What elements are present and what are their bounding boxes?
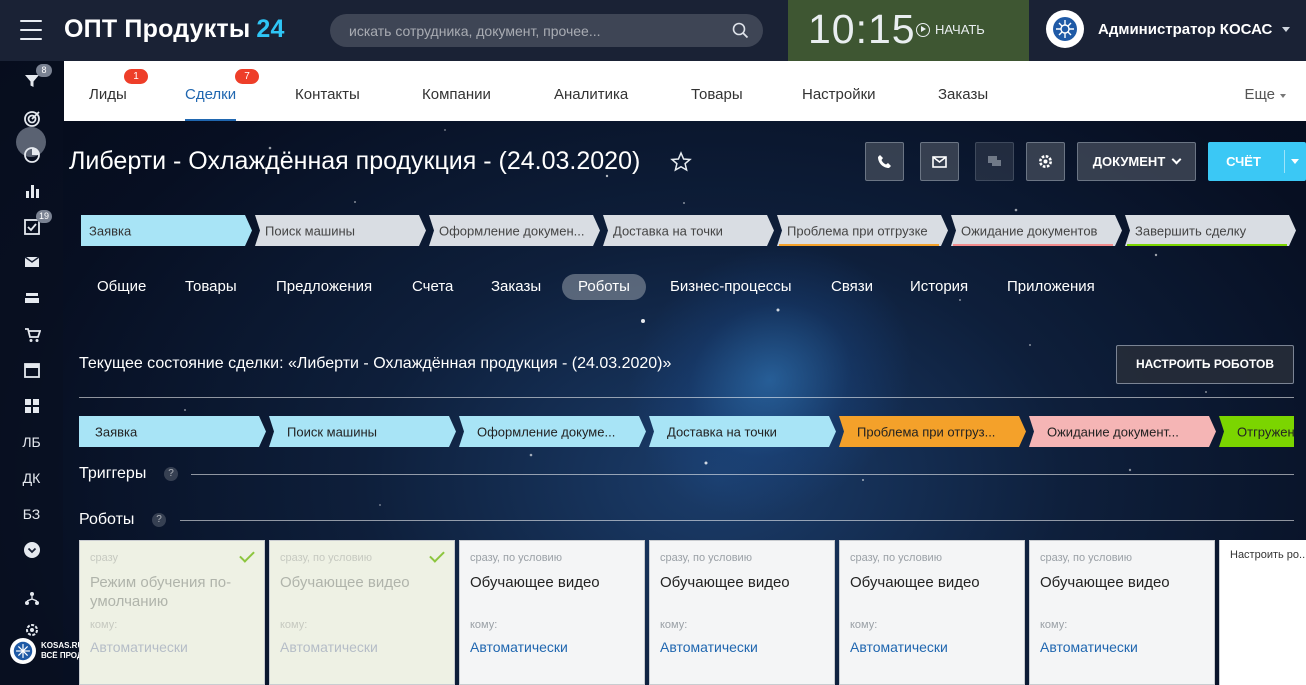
robot-timing: сразу: [90, 552, 119, 564]
robot-configure-column: Настроить ро...: [1219, 540, 1306, 685]
robot-card[interactable]: сразу Режим обучения по-умолчанию кому: …: [79, 540, 265, 685]
stage-label: Ожидание документ...: [1047, 425, 1179, 440]
robot-timing: сразу, по условию: [850, 552, 942, 564]
robot-to-label: кому:: [660, 619, 688, 631]
robot-stage-chip[interactable]: Отгружен...: [1219, 416, 1306, 447]
robot-responsible-link[interactable]: Автоматически: [470, 639, 568, 655]
divider: [180, 520, 1294, 521]
robot-card[interactable]: сразу, по условию Обучающее видео кому: …: [649, 540, 835, 685]
robot-to-label: кому:: [470, 619, 498, 631]
robot-stage-chip[interactable]: Доставка на точки: [649, 416, 836, 447]
gear-icon: [25, 624, 38, 636]
robot-to-label: кому:: [280, 619, 308, 631]
sidebar-item-dk[interactable]: ДК: [0, 463, 63, 493]
robot-stage-pipeline: Заявка Поиск машины Оформление докуме... До…: [79, 416, 1306, 447]
robot-timing: сразу, по условию: [1040, 552, 1132, 564]
stage-label: Доставка на точки: [667, 425, 777, 440]
sidebar-more-button[interactable]: [0, 535, 63, 565]
robot-to-label: кому:: [90, 619, 118, 631]
sidebar-item-bz[interactable]: БЗ: [0, 499, 63, 529]
stage-label: Отгружен...: [1237, 425, 1305, 440]
robot-name: Обучающее видео: [280, 574, 410, 591]
robot-responsible-link[interactable]: Автоматически: [1040, 639, 1138, 655]
robot-responsible-link[interactable]: Автоматически: [850, 639, 948, 655]
robot-card[interactable]: сразу, по условию Обучающее видео кому: …: [1029, 540, 1215, 685]
robot-card[interactable]: сразу, по условию Обучающее видео кому: …: [459, 540, 645, 685]
checkmark-icon: [429, 547, 445, 563]
robot-card[interactable]: сразу, по условию Обучающее видео кому: …: [839, 540, 1025, 685]
robot-name: Обучающее видео: [660, 574, 790, 591]
kosas-logo-icon: [10, 638, 36, 664]
robot-name: Обучающее видео: [470, 574, 600, 591]
robots-title: Роботы: [79, 511, 135, 528]
robot-to-label: кому:: [850, 619, 878, 631]
robot-name: Обучающее видео: [1040, 574, 1170, 591]
robot-stage-chip[interactable]: Проблема при отгруз...: [839, 416, 1026, 447]
divider: [191, 474, 1294, 475]
stage-label: Заявка: [95, 425, 138, 440]
triggers-title: Триггеры: [79, 465, 147, 482]
robot-stage-chip[interactable]: Оформление докуме...: [459, 416, 646, 447]
robot-stage-chip[interactable]: Ожидание документ...: [1029, 416, 1216, 447]
stage-label: Поиск машины: [287, 425, 377, 440]
robot-responsible-link[interactable]: Автоматически: [660, 639, 758, 655]
robot-card[interactable]: сразу, по условию Обучающее видео кому: …: [269, 540, 455, 685]
robot-responsible-link[interactable]: Автоматически: [280, 639, 378, 655]
stage-label: Проблема при отгруз...: [857, 425, 995, 440]
robot-responsible-link[interactable]: Автоматически: [90, 639, 188, 655]
sidebar-item-label: ДК: [22, 470, 41, 486]
robot-name: Обучающее видео: [850, 574, 980, 591]
triggers-help-icon[interactable]: ?: [164, 467, 178, 481]
sidebar-item-structure[interactable]: [0, 584, 63, 614]
robot-timing: сразу, по условию: [470, 552, 562, 564]
checkmark-icon: [239, 547, 255, 563]
hierarchy-icon: [24, 592, 39, 605]
robot-timing: сразу, по условию: [280, 552, 372, 564]
robot-name: Режим обучения по-умолчанию: [90, 574, 232, 610]
configure-robots-link[interactable]: Настроить ро...: [1230, 549, 1306, 561]
robot-timing: сразу, по условию: [660, 552, 752, 564]
stage-label: Оформление докуме...: [477, 425, 615, 440]
robot-to-label: кому:: [1040, 619, 1068, 631]
robot-stage-chip[interactable]: Поиск машины: [269, 416, 456, 447]
robots-help-icon[interactable]: ?: [152, 513, 166, 527]
robot-stage-chip[interactable]: Заявка: [79, 416, 266, 447]
sidebar-item-label: БЗ: [22, 506, 41, 522]
chevron-down-circle-icon: [23, 542, 40, 558]
